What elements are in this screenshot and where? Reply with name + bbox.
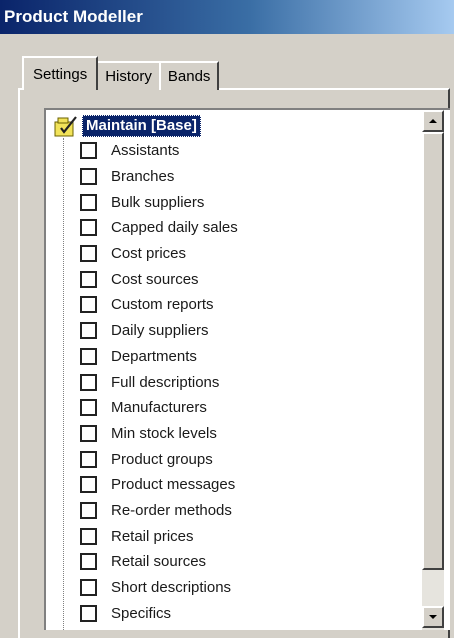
tab-history[interactable]: History <box>96 61 161 90</box>
checkbox[interactable] <box>80 322 97 340</box>
tree-root-label: Maintain [Base] <box>82 115 201 137</box>
tree-item-short-descriptions[interactable]: Short descriptions <box>80 575 238 601</box>
tree-item-assistants[interactable]: Assistants <box>80 138 238 164</box>
window-frame <box>0 34 8 630</box>
checkbox[interactable] <box>80 424 97 442</box>
tree-item-retail-prices[interactable]: Retail prices <box>80 523 238 549</box>
tree-item-daily-suppliers[interactable]: Daily suppliers <box>80 318 238 344</box>
checkbox[interactable] <box>80 579 97 597</box>
scrollbar-thumb[interactable] <box>422 132 444 570</box>
checkbox[interactable] <box>80 219 97 237</box>
checkbox[interactable] <box>80 270 97 288</box>
tree-connector-line <box>63 138 64 630</box>
checkbox[interactable] <box>80 168 97 186</box>
tree-item-cost-sources[interactable]: Cost sources <box>80 266 238 292</box>
tree-item-retail-sources[interactable]: Retail sources <box>80 549 238 575</box>
scroll-down-button[interactable] <box>422 606 444 628</box>
checkbox[interactable] <box>80 142 97 160</box>
tree-item-full-descriptions[interactable]: Full descriptions <box>80 369 238 395</box>
tree-item-custom-reports[interactable]: Custom reports <box>80 292 238 318</box>
checkbox[interactable] <box>80 373 97 391</box>
tree-item-re-order-methods[interactable]: Re-order methods <box>80 498 238 524</box>
settings-tree[interactable]: Maintain [Base] Assistants Branches Bulk… <box>44 108 450 630</box>
checkbox[interactable] <box>80 193 97 211</box>
checkbox[interactable] <box>80 553 97 571</box>
tree-item-list: Assistants Branches Bulk suppliers Cappe… <box>80 138 238 626</box>
arrow-down-icon <box>429 615 437 619</box>
checkbox[interactable] <box>80 476 97 494</box>
tab-settings[interactable]: Settings <box>22 56 99 90</box>
checkbox[interactable] <box>80 399 97 417</box>
tree-item-manufacturers[interactable]: Manufacturers <box>80 395 238 421</box>
title-bar[interactable]: Product Modeller <box>0 0 454 34</box>
vertical-scrollbar[interactable] <box>422 110 444 630</box>
tree-item-product-groups[interactable]: Product groups <box>80 446 238 472</box>
tree-item-departments[interactable]: Departments <box>80 344 238 370</box>
arrow-up-icon <box>429 119 437 123</box>
tree-root-maintain[interactable]: Maintain [Base] <box>52 115 201 137</box>
tree-item-cost-prices[interactable]: Cost prices <box>80 241 238 267</box>
scroll-up-button[interactable] <box>422 110 444 132</box>
folder-checklist-icon <box>54 116 77 137</box>
tree-item-branches[interactable]: Branches <box>80 164 238 190</box>
tab-strip: Settings History Bands <box>22 56 220 90</box>
checkbox[interactable] <box>80 296 97 314</box>
checkbox[interactable] <box>80 347 97 365</box>
tab-bands[interactable]: Bands <box>158 61 220 90</box>
tree-item-specifics[interactable]: Specifics <box>80 600 238 626</box>
tree-item-bulk-suppliers[interactable]: Bulk suppliers <box>80 189 238 215</box>
checkbox[interactable] <box>80 604 97 622</box>
checkbox[interactable] <box>80 527 97 545</box>
checkbox[interactable] <box>80 245 97 263</box>
tree-item-capped-daily-sales[interactable]: Capped daily sales <box>80 215 238 241</box>
window-title: Product Modeller <box>4 7 143 26</box>
tree-item-min-stock-levels[interactable]: Min stock levels <box>80 421 238 447</box>
checkbox[interactable] <box>80 450 97 468</box>
checkbox[interactable] <box>80 501 97 519</box>
tree-item-product-messages[interactable]: Product messages <box>80 472 238 498</box>
